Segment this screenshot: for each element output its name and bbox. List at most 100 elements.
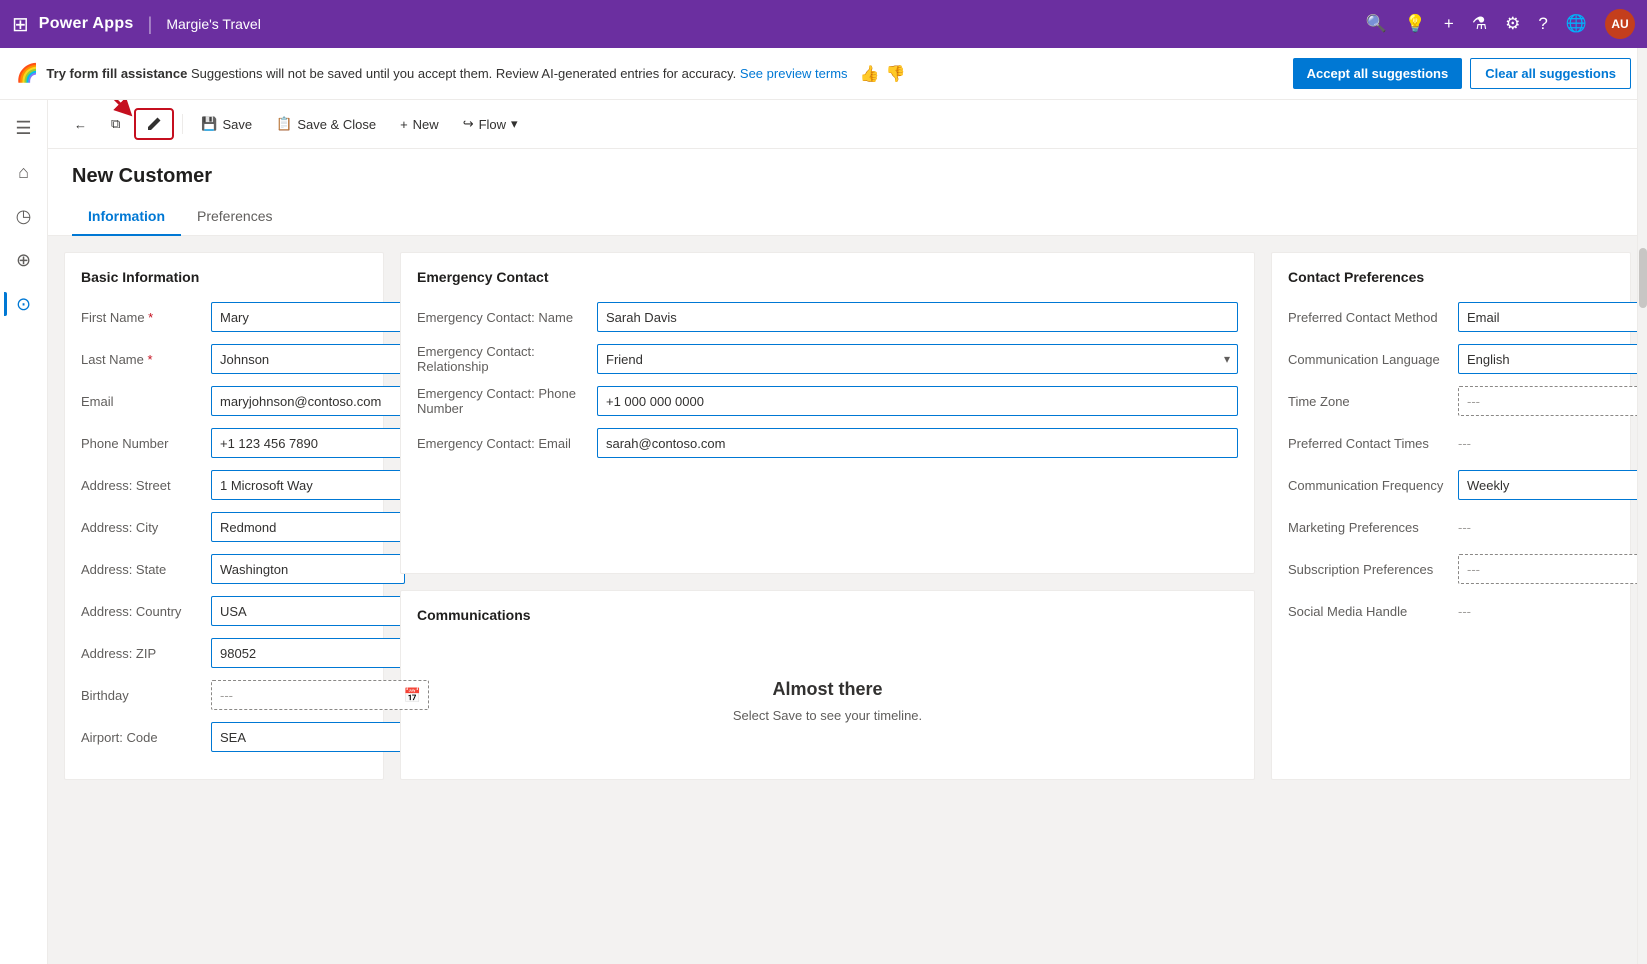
- avatar[interactable]: AU: [1605, 9, 1635, 39]
- almost-there-desc: Select Save to see your timeline.: [433, 708, 1222, 723]
- comm-lang-wrapper: ▾: [1458, 344, 1647, 374]
- ec-rel-wrapper: ▾: [597, 344, 1238, 374]
- toolbar: ← ⧉: [48, 100, 1647, 149]
- field-row-timezone: Time Zone ▾: [1288, 385, 1614, 417]
- basic-info-title: Basic Information: [81, 269, 367, 285]
- scrollbar-thumb: [1639, 248, 1647, 308]
- field-row-sub-pref: Subscription Preferences ▾: [1288, 553, 1614, 585]
- flow-icon: ↪: [463, 116, 474, 132]
- street-input[interactable]: [211, 470, 405, 500]
- ec-name-input[interactable]: [597, 302, 1238, 332]
- lightbulb-icon[interactable]: 💡: [1405, 14, 1426, 34]
- city-label: Address: City: [81, 520, 211, 535]
- calendar-icon[interactable]: 📅: [404, 687, 421, 704]
- almost-there: Almost there Select Save to see your tim…: [417, 639, 1238, 763]
- app-layout: ☰ ⌂ ◷ ⊕ ⊙ ← ⧉: [0, 100, 1647, 964]
- birthday-label: Birthday: [81, 688, 211, 703]
- communications-section: Communications Almost there Select Save …: [400, 590, 1255, 780]
- ec-email-input[interactable]: [597, 428, 1238, 458]
- toolbar-separator: [182, 114, 183, 134]
- scrollbar[interactable]: [1637, 48, 1647, 964]
- thumbs-down-button[interactable]: 👎: [885, 64, 905, 84]
- save-icon: 💾: [201, 116, 217, 132]
- filter-icon[interactable]: ⚗: [1472, 14, 1487, 34]
- flow-button[interactable]: ↪ Flow ▾: [453, 110, 528, 138]
- contact-prefs-title: Contact Preferences: [1288, 269, 1614, 285]
- tab-information[interactable]: Information: [72, 200, 181, 236]
- ec-phone-input[interactable]: [597, 386, 1238, 416]
- pref-method-label: Preferred Contact Method: [1288, 310, 1458, 325]
- ai-banner: 🌈 Try form fill assistance Suggestions w…: [0, 48, 1647, 100]
- country-input[interactable]: [211, 596, 405, 626]
- profile-icon[interactable]: 🌐: [1566, 14, 1587, 34]
- email-input[interactable]: [211, 386, 405, 416]
- save-close-button[interactable]: 📋 Save & Close: [266, 110, 386, 138]
- comm-freq-input[interactable]: [1458, 470, 1647, 500]
- zip-input[interactable]: [211, 638, 405, 668]
- main-content: ← ⧉: [48, 100, 1647, 964]
- sub-pref-input[interactable]: [1458, 554, 1647, 584]
- settings-icon[interactable]: ⚙: [1505, 14, 1520, 34]
- comm-freq-wrapper: ▾: [1458, 470, 1647, 500]
- feedback-buttons: 👍 👎: [860, 64, 906, 84]
- save-close-icon: 📋: [276, 116, 292, 132]
- field-row-firstname: First Name: [81, 301, 367, 333]
- ai-logo-icon: 🌈: [16, 63, 38, 84]
- firstname-input[interactable]: [211, 302, 405, 332]
- waffle-icon[interactable]: ⊞: [12, 12, 29, 37]
- clear-all-button[interactable]: Clear all suggestions: [1470, 58, 1631, 89]
- phone-input[interactable]: [211, 428, 405, 458]
- search-icon[interactable]: 🔍: [1366, 14, 1387, 34]
- ai-banner-text: Try form fill assistance Suggestions wil…: [46, 66, 847, 81]
- thumbs-up-button[interactable]: 👍: [860, 64, 880, 84]
- state-input[interactable]: [211, 554, 405, 584]
- save-button[interactable]: 💾 Save: [191, 110, 262, 138]
- help-icon[interactable]: ?: [1538, 14, 1547, 34]
- add-icon[interactable]: +: [1444, 14, 1454, 34]
- field-row-zip: Address: ZIP: [81, 637, 367, 669]
- app-name: Power Apps: [39, 15, 134, 33]
- ec-rel-label: Emergency Contact: Relationship: [417, 344, 597, 374]
- new-record-button[interactable]: + New: [390, 111, 449, 138]
- back-button[interactable]: ←: [64, 111, 97, 138]
- field-row-ec-email: Emergency Contact: Email: [417, 427, 1238, 459]
- flow-chevron-icon: ▾: [511, 116, 518, 132]
- pref-method-wrapper: ▾: [1458, 302, 1647, 332]
- field-row-comm-freq: Communication Frequency ▾: [1288, 469, 1614, 501]
- record-title: New Customer: [72, 165, 1623, 188]
- left-sidebar: ☰ ⌂ ◷ ⊕ ⊙: [0, 100, 48, 964]
- field-row-marketing-pref: Marketing Preferences ---: [1288, 511, 1614, 543]
- lastname-label: Last Name: [81, 352, 211, 367]
- record-area: New Customer Information Preferences: [48, 149, 1647, 236]
- birthday-input[interactable]: [211, 680, 429, 710]
- sidebar-item-menu[interactable]: ☰: [4, 108, 44, 148]
- field-row-ec-name: Emergency Contact: Name: [417, 301, 1238, 333]
- edit-icon: [146, 116, 162, 132]
- ec-rel-input[interactable]: [597, 344, 1238, 374]
- timezone-wrapper: ▾: [1458, 386, 1647, 416]
- timezone-input[interactable]: [1458, 386, 1647, 416]
- field-row-comm-lang: Communication Language ▾: [1288, 343, 1614, 375]
- sidebar-item-home[interactable]: ⌂: [4, 152, 44, 192]
- edit-button[interactable]: [134, 108, 174, 140]
- comm-lang-input[interactable]: [1458, 344, 1647, 374]
- street-label: Address: Street: [81, 478, 211, 493]
- state-label: Address: State: [81, 562, 211, 577]
- pref-method-input[interactable]: [1458, 302, 1647, 332]
- lastname-input[interactable]: [211, 344, 405, 374]
- preview-terms-link[interactable]: See preview terms: [740, 66, 848, 81]
- sidebar-item-globe[interactable]: ⊙: [4, 284, 44, 324]
- tab-preferences[interactable]: Preferences: [181, 200, 288, 236]
- accept-all-button[interactable]: Accept all suggestions: [1293, 58, 1463, 89]
- social-value: ---: [1458, 604, 1471, 619]
- new-window-button[interactable]: ⧉: [101, 110, 130, 138]
- field-row-ec-rel: Emergency Contact: Relationship ▾: [417, 343, 1238, 375]
- emergency-title: Emergency Contact: [417, 269, 1238, 285]
- field-row-country: Address: Country: [81, 595, 367, 627]
- ec-email-label: Emergency Contact: Email: [417, 436, 597, 451]
- sidebar-item-clock[interactable]: ◷: [4, 196, 44, 236]
- sidebar-item-pin[interactable]: ⊕: [4, 240, 44, 280]
- airport-input[interactable]: [211, 722, 405, 752]
- field-row-lastname: Last Name: [81, 343, 367, 375]
- city-input[interactable]: [211, 512, 405, 542]
